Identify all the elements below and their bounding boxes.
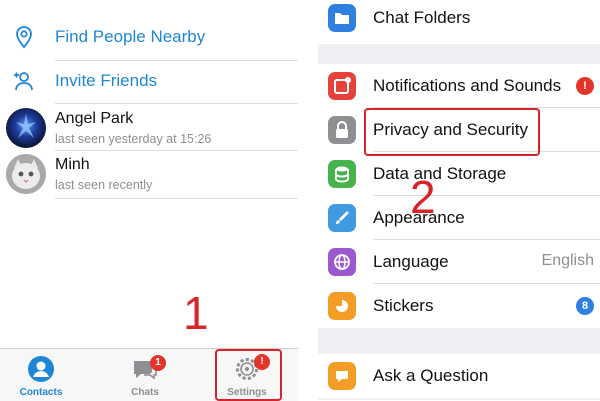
folder-icon (328, 4, 356, 32)
language-value: English (541, 252, 594, 269)
settings-row-stickers[interactable]: Stickers 8 (318, 284, 600, 328)
contact-row-angel-park[interactable]: Angel Park last seen yesterday at 15:26 (0, 106, 298, 152)
person-circle-icon (28, 356, 54, 382)
contact-name: Minh (55, 156, 90, 173)
settings-row-data-storage[interactable]: Data and Storage (318, 152, 600, 196)
find-people-nearby-row[interactable]: Find People Nearby (0, 15, 298, 59)
contact-status: last seen yesterday at 15:26 (55, 132, 212, 146)
settings-row-label: Language (373, 252, 449, 271)
globe-icon (328, 248, 356, 276)
contact-name: Angel Park (55, 110, 134, 127)
add-person-icon (14, 72, 33, 91)
panel-divider (298, 0, 318, 400)
tab-label: Contacts (19, 387, 63, 398)
invite-friends-label: Invite Friends (55, 71, 158, 90)
settings-row-label: Stickers (373, 296, 434, 315)
step-number-annotation: 1 (183, 287, 209, 339)
contact-row-minh[interactable]: Minh last seen recently (0, 152, 298, 198)
divider (55, 150, 298, 151)
notification-icon (328, 72, 356, 100)
contacts-screen: Find People Nearby Invite Friends Angel … (0, 0, 298, 401)
alert-badge: ! (576, 77, 594, 95)
settings-row-label: Chat Folders (373, 8, 471, 27)
watermark: ​ (278, 366, 600, 396)
location-pin-icon (16, 26, 32, 49)
settings-row-language[interactable]: Language English (318, 240, 600, 284)
count-badge: 8 (576, 297, 594, 315)
settings-row-label: Data and Storage (373, 164, 507, 183)
divider (55, 103, 298, 104)
lock-icon (328, 116, 356, 144)
settings-screen: Chat Folders Notifications and Sounds ! … (318, 0, 600, 400)
tab-label: Chats (131, 387, 159, 398)
dark-blue-avatar (6, 108, 46, 148)
find-people-nearby-label: Find People Nearby (55, 27, 206, 46)
settings-row-notifications[interactable]: Notifications and Sounds ! (318, 64, 600, 108)
unread-badge: 1 (150, 355, 166, 371)
brush-icon (328, 204, 356, 232)
settings-row-label: Notifications and Sounds (373, 76, 562, 95)
cat-avatar (6, 154, 46, 194)
tab-contacts[interactable]: Contacts (0, 349, 86, 401)
sticker-icon (328, 292, 356, 320)
invite-friends-row[interactable]: Invite Friends (0, 59, 298, 103)
tab-chats[interactable]: 1 Chats (100, 349, 190, 401)
settings-row-appearance[interactable]: Appearance (318, 196, 600, 240)
database-icon (328, 160, 356, 188)
privacy-highlight-box (364, 108, 540, 156)
step-number-annotation: 2 (410, 171, 436, 223)
divider (55, 198, 298, 199)
contact-status: last seen recently (55, 178, 153, 192)
settings-highlight-box (215, 349, 282, 401)
settings-row-chat-folders[interactable]: Chat Folders (318, 0, 600, 44)
